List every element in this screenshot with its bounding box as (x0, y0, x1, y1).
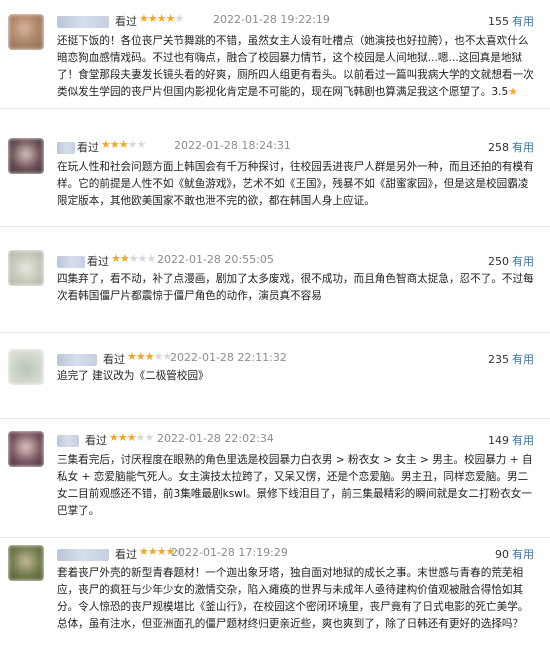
username[interactable] (57, 435, 79, 447)
vote-number: 149 (488, 434, 509, 447)
comment-text: 套着丧尸外壳的新型青春题材！一个迦出象牙塔，独自面对地狱的成长之事。末世感与青春… (57, 567, 529, 630)
username[interactable] (57, 142, 75, 154)
rating-label: 看过 (103, 353, 125, 366)
review-item: 看过 ★★★★★ 2022-01-28 20:55:05 250 有用 四集弃了，… (0, 240, 550, 333)
useful-button[interactable]: 有用 (512, 548, 534, 561)
avatar[interactable] (8, 250, 44, 286)
review-item: 看过 ★★★★★ 2022-01-28 22:02:34 149 有用 三集看完后… (0, 425, 550, 538)
vote-number: 258 (488, 141, 509, 154)
useful-button[interactable]: 有用 (512, 141, 534, 154)
review-item: 看过 ★★★★★ 2022-01-28 22:11:32 235 有用 追完了 建… (0, 338, 550, 419)
star-rating: ★★★★★ (139, 12, 184, 25)
comment-text: 四集弃了，看不动，补了点漫画，剧加了太多废戏，很不成功，而且角色智商太捉急，忍不… (57, 273, 534, 302)
useful-button[interactable]: 有用 (512, 434, 534, 447)
vote-number: 155 (488, 15, 509, 28)
comment-time: 2022-01-28 20:55:05 (157, 253, 274, 266)
vote-count: 149 有用 (488, 432, 534, 448)
star-rating: ★★★★★ (127, 350, 172, 363)
rating-label: 看过 (85, 434, 107, 447)
vote-count: 90 有用 (495, 546, 534, 562)
useful-button[interactable]: 有用 (512, 353, 534, 366)
avatar[interactable] (8, 545, 44, 581)
comment-text: 追完了 建议改为《二极管校园》 (57, 370, 209, 382)
comment-text: 还挺下饭的！各位丧尸关节舞跳的不错，虽然女主人设有吐槽点（她演技也好拉胯），也不… (57, 33, 535, 101)
avatar[interactable] (8, 138, 44, 174)
comment-text: 在玩人性和社会问题方面上韩国会有千万种探讨，往校园丢进丧尸人群是另外一种，而且还… (57, 161, 534, 207)
avatar[interactable] (8, 431, 44, 467)
vote-count: 155 有用 (488, 13, 534, 29)
username[interactable] (57, 256, 85, 268)
comment-body: 还挺下饭的！各位丧尸关节舞跳的不错，虽然女主人设有吐槽点（她演技也好拉胯），也不… (57, 35, 534, 98)
comment-time: 2022-01-28 18:24:31 (174, 139, 291, 152)
username[interactable] (57, 354, 97, 366)
avatar[interactable] (8, 349, 44, 385)
review-item: 看过 ★★★★★ 2022-01-28 18:24:31 258 有用 在玩人性和… (0, 126, 550, 227)
comment-time: 2022-01-28 17:19:29 (171, 546, 288, 559)
vote-count: 250 有用 (488, 253, 534, 269)
useful-button[interactable]: 有用 (512, 15, 534, 28)
rating-label: 看过 (77, 141, 99, 154)
comment-list: 看过 ★★★★★ 2022-01-28 19:22:19 155 有用 还挺下饭的… (0, 0, 550, 667)
useful-button[interactable]: 有用 (512, 255, 534, 268)
star-rating: ★★★★★ (109, 431, 154, 444)
vote-count: 235 有用 (488, 351, 534, 367)
comment-time: 2022-01-28 22:11:32 (170, 351, 287, 364)
vote-count: 258 有用 (488, 139, 534, 155)
comment-time: 2022-01-28 22:02:34 (157, 432, 274, 445)
star-rating: ★★★★★ (111, 252, 156, 265)
review-item: 看过 ★★★★★ 2022-01-28 17:19:29 90 有用 套着丧尸外壳… (0, 537, 550, 667)
username[interactable] (57, 549, 109, 561)
username[interactable] (57, 16, 109, 28)
vote-number: 90 (495, 548, 509, 561)
vote-number: 235 (488, 353, 509, 366)
star-rating: ★★★★★ (101, 138, 146, 151)
review-item: 看过 ★★★★★ 2022-01-28 19:22:19 155 有用 还挺下饭的… (0, 0, 550, 109)
rating-label: 看过 (115, 15, 137, 28)
rating-label: 看过 (87, 255, 109, 268)
avatar[interactable] (8, 14, 44, 50)
comment-time: 2022-01-28 19:22:19 (213, 13, 330, 26)
rating-label: 看过 (115, 548, 137, 561)
vote-number: 250 (488, 255, 509, 268)
comment-text: 三集看完后，讨厌程度在眼熟的角色里选是校园暴力白衣男 > 粉衣女 > 女主 > … (57, 454, 533, 517)
star-icon: ★ (508, 86, 518, 98)
